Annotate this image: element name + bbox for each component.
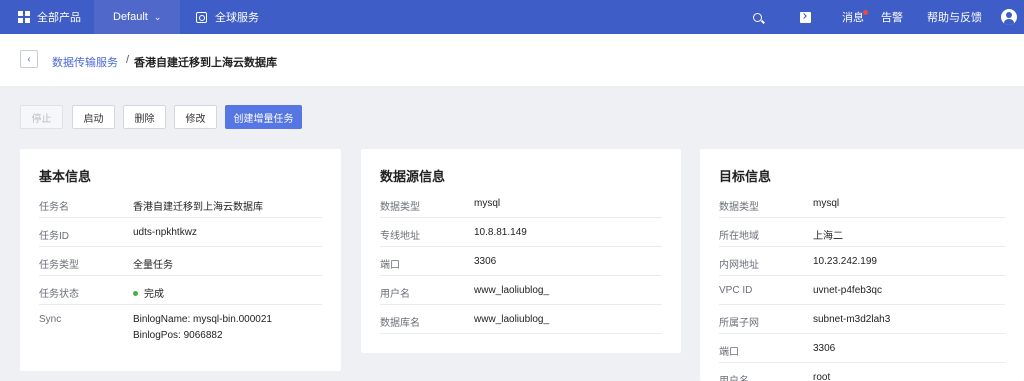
help-feedback-label: 帮助与反馈 <box>927 12 982 24</box>
row-label: 用户名 <box>380 289 410 300</box>
search-icon <box>753 12 762 22</box>
source-info-card: 数据源信息 数据类型 mysql 专线地址 10.8.81.149 端口 330… <box>361 149 681 353</box>
row-label: 端口 <box>380 260 400 271</box>
help-feedback-link[interactable]: 帮助与反馈 <box>927 0 982 34</box>
card-title: 基本信息 <box>39 169 92 184</box>
search-button[interactable] <box>753 0 767 34</box>
info-row: 内网地址 10.23.242.199 <box>719 247 1005 276</box>
binlog-pos: BinlogPos: 9066882 <box>133 330 223 341</box>
modify-button[interactable]: 修改 <box>174 105 217 129</box>
row-label: VPC ID <box>719 285 753 296</box>
info-row: 任务状态 完成 <box>39 276 322 305</box>
row-value: 10.8.81.149 <box>474 227 527 238</box>
status-dot-icon <box>133 290 138 296</box>
row-label: 任务ID <box>39 231 69 242</box>
row-label: 内网地址 <box>719 260 759 271</box>
row-value: 3306 <box>813 343 836 354</box>
card-title: 目标信息 <box>719 169 772 184</box>
info-row: 所属子网 subnet-m3d2lah3 <box>719 305 1005 334</box>
info-row: 任务名 香港自建迁移到上海云数据库 <box>39 189 322 218</box>
row-label: 数据类型 <box>380 202 420 213</box>
target-info-card: 目标信息 数据类型 mysql 所在地域 上海二 内网地址 10.23.242.… <box>700 149 1024 381</box>
row-value: uvnet-p4feb3qc <box>813 285 882 296</box>
create-incremental-task-button[interactable]: 创建增量任务 <box>225 105 302 129</box>
row-label: 所在地域 <box>719 231 759 242</box>
alarms-label: 告警 <box>881 12 903 24</box>
row-label: 任务状态 <box>39 289 79 300</box>
info-row: 用户名 www_laoliublog_ <box>380 276 662 305</box>
user-avatar-button[interactable] <box>1001 0 1017 34</box>
user-avatar-icon <box>1001 9 1017 25</box>
row-label: 用户名 <box>719 372 749 381</box>
page-title: 香港自建迁移到上海云数据库 <box>134 57 277 69</box>
all-products-menu[interactable]: 全部产品 <box>0 0 94 34</box>
info-row: 用户名 root <box>719 363 1005 381</box>
row-value: 上海二 <box>813 231 843 242</box>
global-services-icon <box>196 11 207 23</box>
row-label: 任务类型 <box>39 260 79 271</box>
chevron-down-icon: ⌄ <box>153 11 162 22</box>
alarms-link[interactable]: 告警 <box>881 0 903 34</box>
row-value: www_laoliublog_ <box>474 285 550 296</box>
row-value: mysql <box>813 198 840 209</box>
row-value: subnet-m3d2lah3 <box>813 314 891 325</box>
stop-button[interactable]: 停止 <box>20 105 63 129</box>
info-row: 所在地域 上海二 <box>719 218 1005 247</box>
info-row: 数据类型 mysql <box>719 189 1005 218</box>
row-value: 3306 <box>474 256 497 267</box>
row-value: www_laoliublog_ <box>474 314 550 325</box>
terminal-icon <box>800 11 811 23</box>
global-services-menu[interactable]: 全球服务 <box>196 0 259 34</box>
info-row: 端口 3306 <box>719 334 1005 363</box>
terminal-button[interactable] <box>800 0 811 34</box>
row-label: 专线地址 <box>380 231 420 242</box>
row-label: 数据库名 <box>380 318 420 329</box>
row-label: 数据类型 <box>719 202 759 213</box>
top-navigation-bar: 全部产品 Default ⌄ 全球服务 消息 告警 帮助与反馈 <box>0 0 1024 34</box>
card-title: 数据源信息 <box>380 169 446 184</box>
notification-dot <box>863 10 868 15</box>
row-label: 任务名 <box>39 202 69 213</box>
start-button[interactable]: 启动 <box>72 105 115 129</box>
info-row: Sync BinlogName: mysql-bin.000021 Binlog… <box>39 305 322 355</box>
chevron-left-icon: ‹ <box>27 53 31 65</box>
project-selector[interactable]: Default ⌄ <box>94 0 180 34</box>
row-label: Sync <box>39 314 62 325</box>
info-row: 端口 3306 <box>380 247 662 276</box>
info-row: 数据类型 mysql <box>380 189 662 218</box>
all-products-label: 全部产品 <box>37 12 81 24</box>
info-row: 专线地址 10.8.81.149 <box>380 218 662 247</box>
row-label: 端口 <box>719 347 739 358</box>
project-name: Default <box>113 11 148 23</box>
row-value: 香港自建迁移到上海云数据库 <box>133 202 263 213</box>
global-services-label: 全球服务 <box>215 12 259 24</box>
basic-info-card: 基本信息 任务名 香港自建迁移到上海云数据库 任务ID udts-npkhtkw… <box>20 149 341 371</box>
row-value: udts-npkhtkwz <box>133 227 197 238</box>
messages-link[interactable]: 消息 <box>842 0 868 34</box>
delete-button[interactable]: 删除 <box>123 105 166 129</box>
row-value: root <box>813 372 831 381</box>
info-row: VPC ID uvnet-p4feb3qc <box>719 276 1005 305</box>
row-value: 10.23.242.199 <box>813 256 877 267</box>
breadcrumb-parent-link[interactable]: 数据传输服务 <box>52 54 118 70</box>
info-row: 数据库名 www_laoliublog_ <box>380 305 662 334</box>
grid-icon <box>18 11 30 23</box>
info-row: 任务ID udts-npkhtkwz <box>39 218 322 247</box>
breadcrumb-separator: / <box>126 54 130 66</box>
messages-label: 消息 <box>842 12 864 24</box>
back-button[interactable]: ‹ <box>20 50 38 68</box>
row-value: mysql <box>474 198 501 209</box>
row-value: 全量任务 <box>133 260 173 271</box>
row-label: 所属子网 <box>719 318 759 329</box>
binlog-name: BinlogName: mysql-bin.000021 <box>133 314 272 325</box>
status-value: 完成 <box>133 285 164 300</box>
status-text: 完成 <box>144 289 164 300</box>
info-row: 任务类型 全量任务 <box>39 247 322 276</box>
